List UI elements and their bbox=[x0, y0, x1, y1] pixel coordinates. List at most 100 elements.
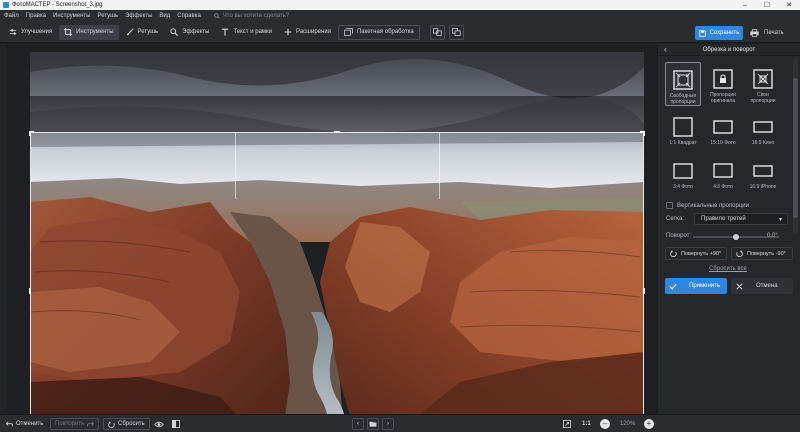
prev-image-button[interactable]: ‹ bbox=[352, 418, 364, 430]
vertical-ratio-checkbox[interactable] bbox=[666, 202, 673, 209]
cancel-button[interactable]: Отмена bbox=[731, 278, 793, 294]
redo-button[interactable]: Повторить bbox=[50, 418, 100, 430]
lock-ratio-icon bbox=[713, 68, 733, 89]
undo-icon bbox=[6, 421, 13, 427]
crop-frame[interactable] bbox=[29, 131, 645, 432]
preset-3-4[interactable]: 3:4 Фото bbox=[665, 154, 701, 198]
zoom-out-button[interactable]: – bbox=[600, 419, 610, 429]
tab-tools[interactable]: Инструменты bbox=[59, 24, 119, 40]
compare-button[interactable] bbox=[429, 24, 445, 40]
preset-label: 4:3 Фото bbox=[713, 184, 733, 190]
custom-ratio-icon bbox=[753, 68, 773, 89]
tab-effects[interactable]: Эффекты bbox=[165, 25, 214, 40]
vertical-ratio-label: Вертикальные пропорции bbox=[677, 202, 749, 209]
preset-4-3[interactable]: 4:3 Фото bbox=[705, 154, 741, 198]
preset-16-9[interactable]: 16:9 Кино bbox=[745, 110, 781, 154]
menu-effects[interactable]: Эффекты bbox=[125, 13, 152, 19]
reset-label: Сбросить bbox=[118, 421, 145, 427]
menu-help[interactable]: Справка bbox=[177, 13, 201, 19]
minimize-button[interactable]: – bbox=[734, 0, 756, 10]
main-toolbar: Улучшения Инструменты Ретушь Эффекты Тек… bbox=[0, 22, 800, 43]
reset-all-link[interactable]: Сбросить все bbox=[663, 266, 793, 272]
batch-button[interactable]: Пакетная обработка bbox=[337, 24, 420, 40]
free-crop-icon bbox=[673, 69, 693, 90]
rotate-plus-90-label: Повернуть +90° bbox=[681, 250, 722, 257]
preset-label: 15:10 Фото bbox=[710, 140, 736, 146]
crop-handle-tl-v[interactable] bbox=[29, 131, 31, 136]
reset-button[interactable]: Сбросить bbox=[103, 418, 150, 430]
grid-label: Сетка: bbox=[666, 216, 684, 222]
cancel-label: Отмена bbox=[756, 283, 778, 289]
folder-icon bbox=[369, 421, 377, 427]
menu-retouch[interactable]: Ретушь bbox=[97, 13, 118, 19]
menu-tools[interactable]: Инструменты bbox=[53, 13, 90, 19]
photo-3-4-icon bbox=[673, 162, 693, 179]
tab-tools-label: Инструменты bbox=[76, 29, 114, 35]
folder-button[interactable] bbox=[367, 418, 379, 430]
tab-improve[interactable]: Улучшения bbox=[4, 25, 57, 40]
preview-toggle[interactable] bbox=[154, 418, 167, 430]
tab-text-label: Текст и рамки bbox=[233, 29, 273, 35]
next-image-button[interactable]: › bbox=[382, 418, 394, 430]
grid-select[interactable]: Правило третей ▾ bbox=[694, 213, 788, 225]
apply-button[interactable]: Применить bbox=[665, 278, 727, 294]
preset-original[interactable]: Пропорции оригинала bbox=[705, 62, 741, 106]
close-button[interactable]: ✕ bbox=[778, 0, 800, 10]
undo-label: Отменить bbox=[16, 421, 44, 427]
preset-free[interactable]: Свободные пропорции bbox=[665, 62, 701, 106]
square-ratio-icon bbox=[673, 116, 693, 137]
preset-15-10[interactable]: 15:10 Фото bbox=[705, 110, 741, 154]
menu-edit[interactable]: Правка bbox=[26, 13, 46, 19]
search-icon bbox=[213, 13, 220, 19]
rotate-slider-knob[interactable] bbox=[733, 234, 739, 240]
batch-label: Пакетная обработка bbox=[356, 29, 414, 35]
panel-header: ‹ Обрезка и поворот bbox=[658, 44, 800, 56]
rotate-left-icon bbox=[670, 250, 677, 257]
preset-square[interactable]: 1:1 Квадрат bbox=[665, 110, 701, 154]
rotate-plus-90-button[interactable]: Повернуть +90° bbox=[665, 247, 727, 260]
tab-plugins-label: Расширения bbox=[296, 29, 331, 35]
plus-icon bbox=[284, 28, 292, 36]
batch-icon bbox=[343, 28, 353, 36]
menu-view[interactable]: Вид bbox=[159, 13, 170, 19]
fit-screen-button[interactable] bbox=[563, 418, 574, 430]
tab-plugins[interactable]: Расширения bbox=[279, 25, 336, 40]
photo-canvas[interactable] bbox=[6, 44, 657, 432]
preset-iphone[interactable]: 16:9 iPhone bbox=[745, 154, 781, 198]
back-icon[interactable]: ‹ bbox=[664, 45, 667, 54]
printer-icon bbox=[750, 29, 759, 37]
print-button[interactable]: Печать bbox=[750, 26, 794, 40]
maximize-button[interactable]: ☐ bbox=[756, 0, 778, 10]
tab-text[interactable]: Текст и рамки bbox=[216, 25, 277, 40]
history-button[interactable] bbox=[448, 24, 464, 40]
scrollbar-thumb[interactable] bbox=[793, 78, 798, 218]
undo-button[interactable]: Отменить bbox=[6, 418, 43, 430]
menu-file[interactable]: Файл bbox=[4, 13, 19, 19]
search-placeholder: Что вы хотите сделать? bbox=[222, 13, 290, 19]
preset-custom[interactable]: Свои пропорции bbox=[745, 62, 781, 106]
save-button[interactable]: Сохранить bbox=[695, 26, 743, 40]
preset-label: 16:9 iPhone bbox=[749, 184, 777, 190]
split-view-button[interactable] bbox=[172, 418, 183, 430]
app-logo-icon bbox=[3, 2, 9, 8]
zoom-in-button[interactable]: + bbox=[644, 419, 654, 429]
photo-15-10-icon bbox=[713, 119, 733, 134]
save-label: Сохранить bbox=[709, 30, 740, 36]
menu-search[interactable]: Что вы хотите сделать? bbox=[213, 13, 290, 19]
zoom-1-1-button[interactable]: 1:1 bbox=[582, 418, 591, 430]
crop-handle-right[interactable] bbox=[643, 288, 645, 294]
rotate-minus-90-button[interactable]: Повернуть -90° bbox=[731, 247, 793, 260]
crop-handle-top[interactable] bbox=[334, 131, 340, 133]
cinema-16-9-icon bbox=[753, 120, 773, 133]
layers-icon bbox=[451, 28, 461, 36]
tab-retouch[interactable]: Ретушь bbox=[121, 25, 164, 40]
crop-handle-left[interactable] bbox=[29, 288, 31, 294]
preset-label: Пропорции оригинала bbox=[710, 92, 736, 104]
apply-label: Применить bbox=[689, 283, 721, 289]
close-icon bbox=[736, 282, 743, 290]
crop-handle-tr-v[interactable] bbox=[643, 131, 645, 136]
vertical-ratio-row[interactable]: Вертикальные пропорции bbox=[666, 202, 796, 209]
preset-label: 1:1 Квадрат bbox=[669, 140, 697, 146]
rotate-minus-90-label: Повернуть -90° bbox=[747, 250, 786, 257]
grid-line bbox=[235, 133, 236, 199]
